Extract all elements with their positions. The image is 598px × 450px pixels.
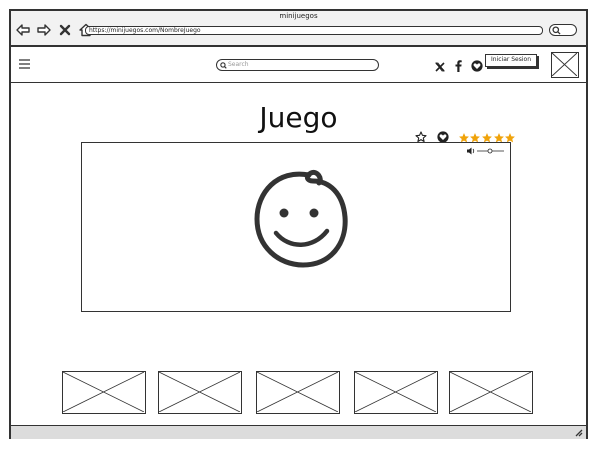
image-placeholder-icon: [449, 371, 532, 413]
browser-nav: [16, 22, 95, 37]
browser-window: minijuegos https://minijuegos.com/Nombre…: [9, 9, 588, 439]
search-icon: [552, 26, 561, 35]
search-icon: [220, 61, 227, 69]
game-thumbnail[interactable]: [158, 371, 242, 414]
image-placeholder-icon: [158, 371, 241, 413]
image-placeholder-icon: [354, 371, 437, 413]
browser-search-box[interactable]: [549, 24, 577, 36]
heart-icon[interactable]: [471, 57, 483, 76]
site-header: Search Iniciar Sesion: [11, 47, 586, 83]
image-placeholder-icon: [551, 52, 578, 77]
login-button[interactable]: Iniciar Sesion: [485, 54, 537, 67]
image-placeholder-icon: [62, 371, 145, 413]
close-icon[interactable]: [58, 22, 72, 36]
status-bar: [11, 425, 586, 439]
volume-control[interactable]: [466, 146, 506, 156]
forward-arrow-icon[interactable]: [37, 22, 51, 36]
game-thumbnail[interactable]: [449, 371, 533, 414]
game-actions: [415, 127, 516, 143]
user-avatar-placeholder[interactable]: [551, 52, 579, 78]
volume-slider-handle: [487, 148, 493, 154]
smiley-face-icon: [254, 169, 348, 268]
resize-grip-icon[interactable]: [573, 427, 583, 437]
browser-titlebar: minijuegos https://minijuegos.com/Nombre…: [11, 11, 586, 47]
back-arrow-icon[interactable]: [16, 22, 30, 36]
image-placeholder-icon: [256, 371, 339, 413]
social-links: [435, 56, 487, 72]
address-bar[interactable]: https://minijuegos.com/NombreJuego: [85, 26, 543, 35]
volume-icon: [467, 147, 475, 155]
game-thumbnail[interactable]: [62, 371, 146, 414]
hamburger-menu-icon[interactable]: [19, 59, 30, 69]
facebook-icon[interactable]: [454, 57, 462, 76]
x-logo-icon[interactable]: [435, 57, 445, 76]
window-title: minijuegos: [279, 12, 318, 20]
game-thumbnail[interactable]: [354, 371, 438, 414]
game-canvas[interactable]: [81, 142, 511, 312]
search-input[interactable]: Search: [216, 59, 379, 71]
game-thumbnail[interactable]: [256, 371, 340, 414]
